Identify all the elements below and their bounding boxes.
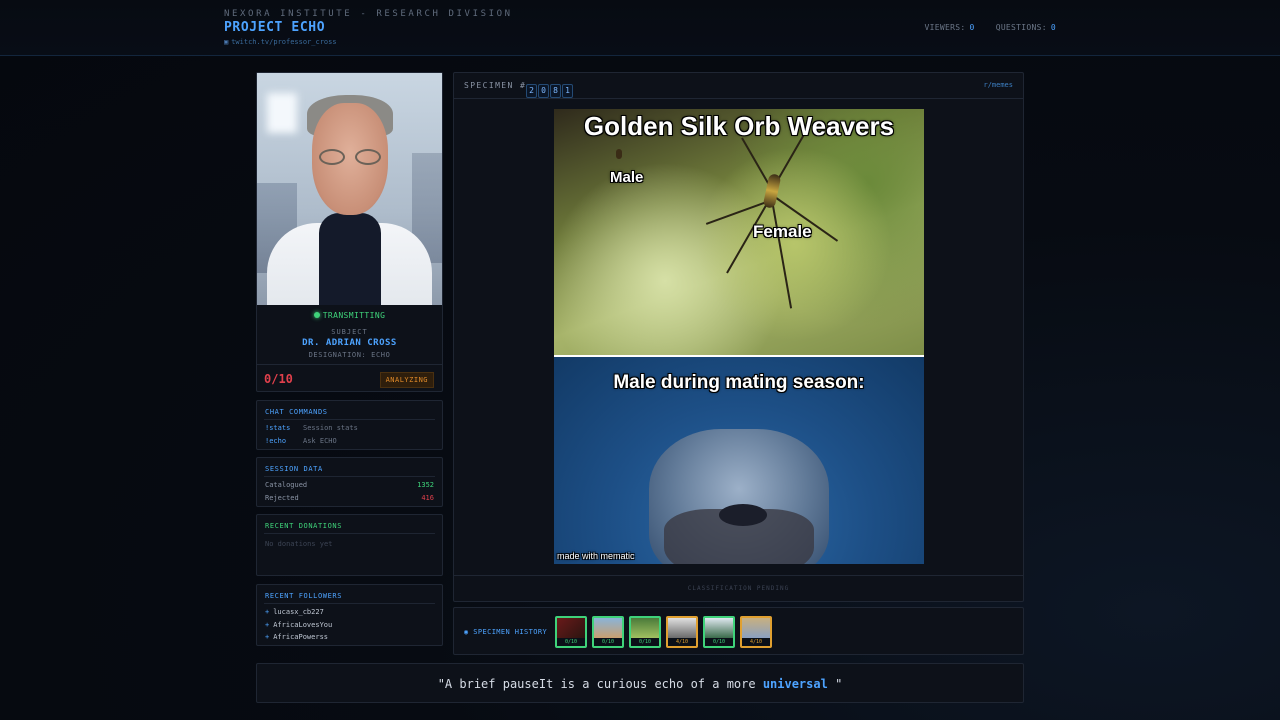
male-spider <box>616 149 622 159</box>
stream-stats: VIEWERS: 0 QUESTIONS: 0 <box>925 23 1056 32</box>
history-thumb[interactable]: 4/10 <box>740 616 772 648</box>
subject-label: SUBJECT <box>331 328 368 336</box>
history-score: 0/10 <box>557 638 585 646</box>
command-name: !echo <box>265 437 287 445</box>
questions-label: QUESTIONS: <box>995 23 1047 32</box>
rejected-value: 416 <box>421 494 434 502</box>
history-score: 0/10 <box>705 638 733 646</box>
channel-url: twitch.tv/professor_cross <box>231 38 337 46</box>
history-thumb[interactable]: 0/10 <box>629 616 661 648</box>
follower-name: AfricaLovesYou <box>273 621 333 629</box>
live-dot-icon <box>313 312 320 318</box>
history-thumb[interactable]: 0/10 <box>592 616 624 648</box>
session-data-panel: SESSION DATA Catalogued 1352 Rejected 416 <box>256 457 443 507</box>
meme-watermark: made with mematic <box>557 551 635 561</box>
subject-designation: DESIGNATION: ECHO <box>308 351 391 359</box>
top-bar: NEXORA INSTITUTE - RESEARCH DIVISION PRO… <box>0 0 1280 56</box>
chat-commands-title: CHAT COMMANDS <box>265 408 328 416</box>
specimen-digit: 8 <box>550 84 561 98</box>
project-title: PROJECT ECHO <box>224 20 326 35</box>
catalogued-label: Catalogued <box>265 481 308 489</box>
history-thumb[interactable]: 0/10 <box>703 616 735 648</box>
subreddit-link[interactable]: r/memes <box>983 81 1013 89</box>
subject-card: TRANSMITTING SUBJECT DR. ADRIAN CROSS DE… <box>256 72 443 392</box>
viewers-count: 0 <box>969 23 975 32</box>
follower-item: + AfricaLovesYou <box>265 621 332 629</box>
subject-name: DR. ADRIAN CROSS <box>302 338 397 348</box>
history-score: 4/10 <box>668 638 696 646</box>
analyzing-badge: ANALYZING <box>379 372 434 388</box>
history-title: SPECIMEN HISTORY <box>473 628 548 636</box>
chat-commands-panel: CHAT COMMANDS !stats Session stats !echo A… <box>256 400 443 450</box>
transmitting-status: TRANSMITTING <box>257 311 442 320</box>
twitch-icon: ▣ <box>224 38 229 46</box>
command-desc: Session stats <box>303 424 358 432</box>
spider-photo <box>554 109 924 355</box>
channel-link[interactable]: ▣ twitch.tv/professor_cross <box>224 38 337 46</box>
specimen-digit: 2 <box>526 84 537 98</box>
specimen-digit: 0 <box>538 84 549 98</box>
donations-empty: No donations yet <box>265 540 333 548</box>
history-thumb[interactable]: 0/10 <box>555 616 587 648</box>
questions-count: 0 <box>1050 23 1056 32</box>
meme-image: Golden Silk Orb Weavers Male Female Male… <box>554 109 924 564</box>
meme-caption: Male during mating season: <box>613 372 865 393</box>
specimen-header: SPECIMEN # 2081 r/memes <box>454 73 1023 99</box>
specimen-digit: 1 <box>562 84 573 98</box>
status-text: TRANSMITTING <box>322 311 386 320</box>
follower-item: + lucasx_cb227 <box>265 608 324 616</box>
follower-name: AfricaPowerss <box>273 633 329 641</box>
follower-item: + AfricaPowerss <box>265 633 328 641</box>
plus-icon: + <box>265 633 270 641</box>
history-score: 4/10 <box>742 638 770 646</box>
quote-close: " <box>827 677 843 691</box>
score-row: 0/10 ANALYZING <box>257 364 442 392</box>
specimen-panel: SPECIMEN # 2081 r/memes Golden Silk Orb … <box>453 72 1024 602</box>
history-thumb[interactable]: 4/10 <box>666 616 698 648</box>
command-row: !echo Ask ECHO <box>265 437 337 445</box>
classification-status: CLASSIFICATION PENDING <box>454 575 1023 601</box>
followers-title: RECENT FOLLOWERS <box>265 592 343 600</box>
followers-panel: RECENT FOLLOWERS + lucasx_cb227 + AfricaLo… <box>256 584 443 646</box>
donations-title: RECENT DONATIONS <box>265 522 343 530</box>
rejected-label: Rejected <box>265 494 299 502</box>
specimen-number: 2081 <box>526 78 574 98</box>
command-desc: Ask ECHO <box>303 437 337 445</box>
catalogued-value: 1352 <box>417 481 434 489</box>
history-score: 0/10 <box>594 638 622 646</box>
plus-icon: + <box>265 621 270 629</box>
session-data-title: SESSION DATA <box>265 465 323 473</box>
follower-name: lucasx_cb227 <box>273 608 324 616</box>
plus-icon: + <box>265 608 270 616</box>
viewers-label: VIEWERS: <box>924 23 966 32</box>
rejected-row: Rejected 416 <box>265 494 434 502</box>
specimen-label: SPECIMEN # <box>464 81 527 90</box>
donations-panel: RECENT DONATIONS No donations yet <box>256 514 443 576</box>
meme-female-label: Female <box>753 222 812 241</box>
quote-text: "A brief pauseIt is a curious echo of a … <box>437 677 763 691</box>
specimen-history-label: ◉ SPECIMEN HISTORY <box>464 628 547 636</box>
meme-male-label: Male <box>610 169 644 186</box>
history-icon: ◉ <box>464 628 474 636</box>
quote-highlight: universal <box>762 677 828 691</box>
history-score: 0/10 <box>631 638 659 646</box>
specimen-history-panel: ◉ SPECIMEN HISTORY 0/10 0/10 0/10 4/10 0… <box>453 607 1024 655</box>
subject-photo <box>257 73 442 305</box>
command-row: !stats Session stats <box>265 424 358 432</box>
org-title: NEXORA INSTITUTE - RESEARCH DIVISION <box>224 9 513 19</box>
echo-quote: "A brief pauseIt is a curious echo of a … <box>256 663 1024 703</box>
score-value: 0/10 <box>264 372 293 386</box>
meme-title: Golden Silk Orb Weavers <box>583 111 895 141</box>
catalogued-row: Catalogued 1352 <box>265 481 434 489</box>
command-name: !stats <box>265 424 291 432</box>
